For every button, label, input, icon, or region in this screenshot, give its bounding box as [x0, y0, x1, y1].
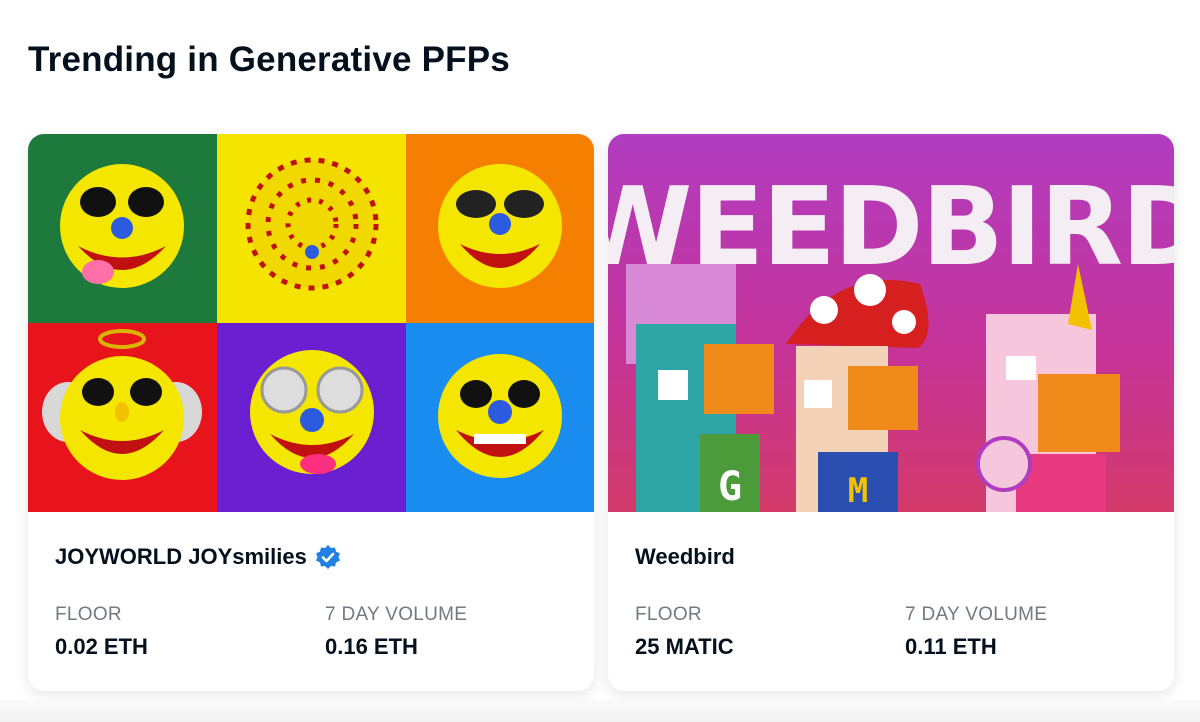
- volume-label: 7 DAY VOLUME: [325, 604, 468, 625]
- collection-name-text: JOYWORLD JOYsmilies: [55, 544, 307, 569]
- collection-banner-image[interactable]: [28, 134, 594, 512]
- collection-name[interactable]: JOYWORLD JOYsmilies: [55, 544, 341, 570]
- floor-value: 0.02 ETH: [55, 634, 148, 659]
- collection-info: Weedbird FLOOR 25 MATIC 7 DAY VOLUME 0.1…: [608, 512, 1174, 691]
- volume-stat: 7 DAY VOLUME 0.11 ETH: [905, 604, 1047, 660]
- floor-price: FLOOR 25 MATIC: [635, 604, 734, 660]
- verified-badge-icon: [315, 544, 341, 570]
- collection-name[interactable]: Weedbird: [635, 544, 735, 570]
- collection-banner-image[interactable]: WEEDBIRD G M: [608, 134, 1174, 512]
- floor-label: FLOOR: [55, 604, 122, 625]
- volume-value: 0.16 ETH: [325, 634, 418, 659]
- page-bottom-divider: [0, 700, 1200, 722]
- collection-info: JOYWORLD JOYsmilies FLOOR 0.02 ETH 7 DAY…: [28, 512, 594, 691]
- svg-text:M: M: [848, 471, 868, 511]
- floor-price: FLOOR 0.02 ETH: [55, 604, 148, 660]
- volume-value: 0.11 ETH: [905, 634, 997, 659]
- floor-value: 25 MATIC: [635, 634, 734, 659]
- collection-card-joyworld[interactable]: JOYWORLD JOYsmilies FLOOR 0.02 ETH 7 DAY…: [28, 134, 594, 691]
- collection-name-text: Weedbird: [635, 544, 735, 569]
- section-title: Trending in Generative PFPs: [28, 40, 510, 79]
- floor-label: FLOOR: [635, 604, 702, 625]
- volume-label: 7 DAY VOLUME: [905, 604, 1048, 625]
- volume-stat: 7 DAY VOLUME 0.16 ETH: [325, 604, 467, 660]
- collection-card-weedbird[interactable]: WEEDBIRD G M Weedbird FLOOR 25 MATIC 7 D…: [608, 134, 1174, 691]
- svg-text:G: G: [718, 464, 742, 510]
